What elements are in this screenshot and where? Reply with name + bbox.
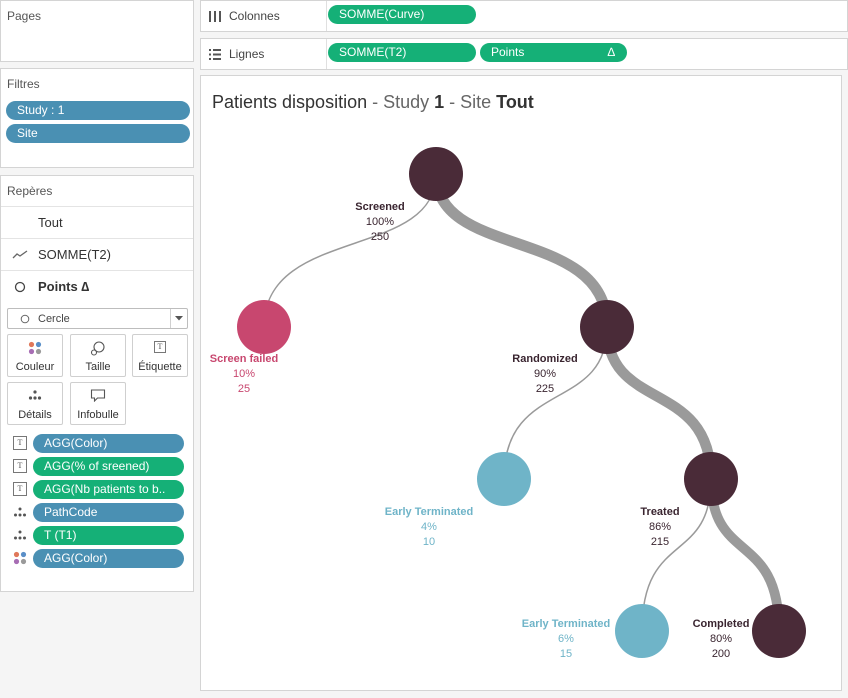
node-treated[interactable] [684,452,738,506]
columns-shelf[interactable]: Colonnes SOMME(Curve) [200,0,848,32]
label-icon: T [13,436,27,450]
tooltip-button-label: Infobulle [77,409,119,421]
columns-pill-somme-curve[interactable]: SOMME(Curve) [328,5,476,24]
tooltip-icon [90,389,106,402]
label-button[interactable]: T Étiquette [132,334,188,377]
node-early-terminated-2-label: Early Terminated [522,618,610,630]
marks-row-points[interactable]: Points ∆ [1,270,193,302]
flow-link-randomized-to-early-terminated-1[interactable] [503,326,608,480]
color-button[interactable]: Couleur [7,334,63,377]
marks-row-sum-t2[interactable]: SOMME(T2) [1,238,193,270]
marks-row-all[interactable]: Tout [1,206,193,238]
node-screen-failed-label: Screen failed [210,353,278,365]
rows-label: Lignes [229,47,265,61]
node-treated-label: Treated [640,506,679,518]
node-root-pct: 100% [366,216,394,228]
rows-pill-somme-t2[interactable]: SOMME(T2) [328,43,476,62]
mark-type-value: Cercle [38,312,70,325]
color-button-label: Couleur [15,361,55,373]
node-root[interactable] [409,147,463,201]
circle-icon [14,281,26,292]
details-icon [14,507,26,517]
field-pill-agg-color[interactable]: AGG(Color) [33,434,184,453]
size-button-label: Taille [85,361,111,373]
label-icon: T [13,482,27,496]
label-icon: T [154,341,166,353]
circle-icon [20,314,30,323]
node-completed-count: 200 [712,648,730,660]
node-screen-failed-pct: 10% [233,368,255,380]
details-button-label: Détails [18,409,52,421]
columns-icon [209,10,221,22]
size-button[interactable]: Taille [70,334,126,377]
marks-row-all-label: Tout [38,215,63,230]
node-early-terminated-2[interactable] [615,604,669,658]
node-treated-pct: 86% [649,521,671,533]
details-button[interactable]: Détails [7,382,63,425]
pages-title: Pages [7,9,42,23]
node-randomized-count: 225 [536,383,554,395]
node-early-terminated-1[interactable] [477,452,531,506]
node-early-terminated-2-pct: 6% [558,633,574,645]
pages-panel[interactable]: Pages [0,0,194,62]
node-completed-pct: 80% [710,633,732,645]
field-pill-agg-color-2[interactable]: AGG(Color) [33,549,184,568]
node-early-terminated-2-count: 15 [560,648,572,660]
node-root-label: Screened [355,201,405,213]
columns-label: Colonnes [229,9,280,23]
field-pill-t-t1[interactable]: T (T1) [33,526,184,545]
flow-link-root-to-randomized[interactable] [430,173,613,328]
node-randomized[interactable] [580,300,634,354]
marks-row-points-label: Points ∆ [38,279,90,294]
node-randomized-label: Randomized [512,353,577,365]
flow-link-root-to-screen-failed[interactable] [263,173,437,328]
color-dots-icon [28,341,42,355]
filters-title: Filtres [7,77,40,91]
node-root-count: 250 [371,231,389,243]
delta-icon: ∆ [607,45,615,59]
node-completed[interactable] [752,604,806,658]
details-icon [14,530,26,540]
flow-link-randomized-to-treated[interactable] [601,326,717,480]
marks-panel: Repères Tout SOMME(T2) Points ∆ Cercle C… [0,175,194,592]
node-early-terminated-1-label: Early Terminated [385,506,473,518]
marks-row-sum-t2-label: SOMME(T2) [38,247,111,262]
line-icon [12,249,28,258]
rows-shelf-label: Lignes [209,39,264,69]
field-pill-pathcode[interactable]: PathCode [33,503,184,522]
node-completed-label: Completed [693,618,750,630]
viz-panel[interactable]: Patients disposition - Study 1 - Site To… [200,75,842,691]
field-pill-nb-patients[interactable]: AGG(Nb patients to b.. [33,480,184,499]
node-treated-count: 215 [651,536,669,548]
node-randomized-pct: 90% [534,368,556,380]
details-icon [28,390,42,400]
tooltip-button[interactable]: Infobulle [70,382,126,425]
marks-title: Repères [7,184,53,198]
mark-type-select[interactable]: Cercle [7,308,188,329]
columns-shelf-label: Colonnes [209,1,280,31]
rows-pill-points-label: Points [491,45,525,59]
color-dots-icon [13,551,27,565]
disposition-tree[interactable]: Screened 100% 250 Screen failed 10% 25 Randomi… [201,76,843,692]
node-early-terminated-1-pct: 4% [421,521,437,533]
rows-shelf[interactable]: Lignes SOMME(T2) Points ∆ [200,38,848,70]
filter-pill-study[interactable]: Study : 1 [6,101,190,120]
label-icon: T [13,459,27,473]
chevron-down-icon[interactable] [170,309,187,328]
label-button-label: Étiquette [138,361,182,373]
rows-pill-points[interactable]: Points ∆ [480,43,627,62]
filters-panel[interactable]: Filtres Study : 1 Site [0,68,194,168]
rows-icon [209,48,221,60]
filter-pill-site[interactable]: Site [6,124,190,143]
size-icon [90,341,105,356]
node-screen-failed[interactable] [237,300,291,354]
node-screen-failed-count: 25 [238,383,250,395]
field-pill-pct-screened[interactable]: AGG(% of sreened) [33,457,184,476]
node-early-terminated-1-count: 10 [423,536,435,548]
